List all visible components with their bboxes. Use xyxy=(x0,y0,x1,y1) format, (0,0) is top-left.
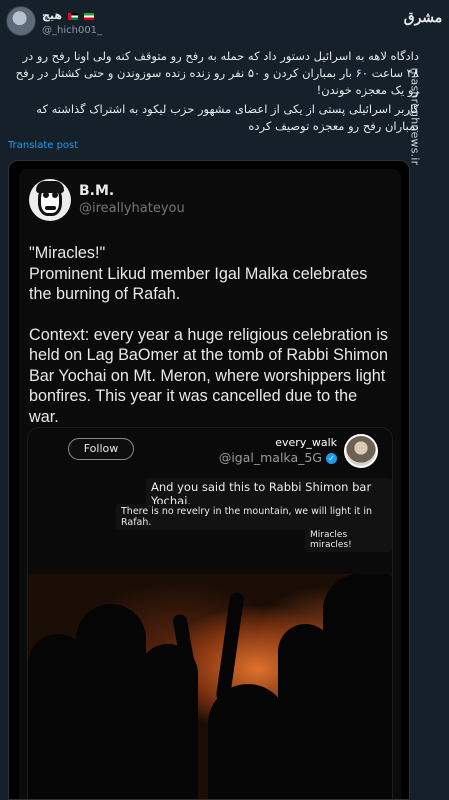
quoted-post-text: "Miracles!" Prominent Likud member Igal … xyxy=(29,243,389,447)
quoted-author-handle: @ireallyhateyou xyxy=(79,201,185,216)
fire-crowd-scene xyxy=(28,574,392,799)
quoted-author-avatar xyxy=(29,179,71,221)
quoted-line-miracles: "Miracles!" xyxy=(29,244,106,262)
video-handle-text: @igal_malka_5G xyxy=(218,450,322,465)
post-body: دادگاه لاهه به اسرائیل دستور داد که حمله… xyxy=(8,48,419,137)
iran-flag-icon xyxy=(83,12,94,20)
author-avatar[interactable] xyxy=(6,6,36,36)
quoted-author-name: B.M. xyxy=(79,183,115,199)
verified-badge-icon: ✓ xyxy=(326,453,337,464)
author-display-name[interactable]: هیچ xyxy=(42,9,94,22)
quoted-text-block-1: "Miracles!" Prominent Likud member Igal … xyxy=(29,243,389,305)
post-paragraph-2: کاربر اسرائیلی پستی از یکی از اعضای مشهو… xyxy=(36,102,419,133)
translate-post-link[interactable]: Translate post xyxy=(8,140,78,151)
author-handle[interactable]: @_hich001_ xyxy=(42,25,102,36)
video-account-name: every_walk xyxy=(275,436,337,449)
palestine-flag-icon xyxy=(67,12,78,20)
author-name-text: هیچ xyxy=(42,9,63,22)
post-header: هیچ @_hich001_ xyxy=(0,0,449,44)
video-caption-2: There is no revelry in the mountain, we … xyxy=(116,504,392,530)
video-caption-3: Miracles miracles! xyxy=(305,528,392,552)
embedded-screenshot[interactable]: B.M. @ireallyhateyou "Miracles!" Promine… xyxy=(8,160,410,800)
mashregh-logo: مشرق xyxy=(403,10,443,26)
video-frame[interactable]: Follow every_walk @igal_malka_5G ✓ And yo… xyxy=(27,427,393,799)
follow-button[interactable]: Follow xyxy=(68,438,134,460)
video-account-handle: @igal_malka_5G ✓ xyxy=(219,450,337,465)
post-paragraph-1: دادگاه لاهه به اسرائیل دستور داد که حمله… xyxy=(15,49,419,97)
video-account-avatar xyxy=(344,434,378,468)
quoted-context: Context: every year a huge religious cel… xyxy=(29,325,389,426)
quoted-line-likud: Prominent Likud member Igal Malka celebr… xyxy=(29,264,368,304)
quoted-post-card: B.M. @ireallyhateyou "Miracles!" Promine… xyxy=(19,169,401,799)
